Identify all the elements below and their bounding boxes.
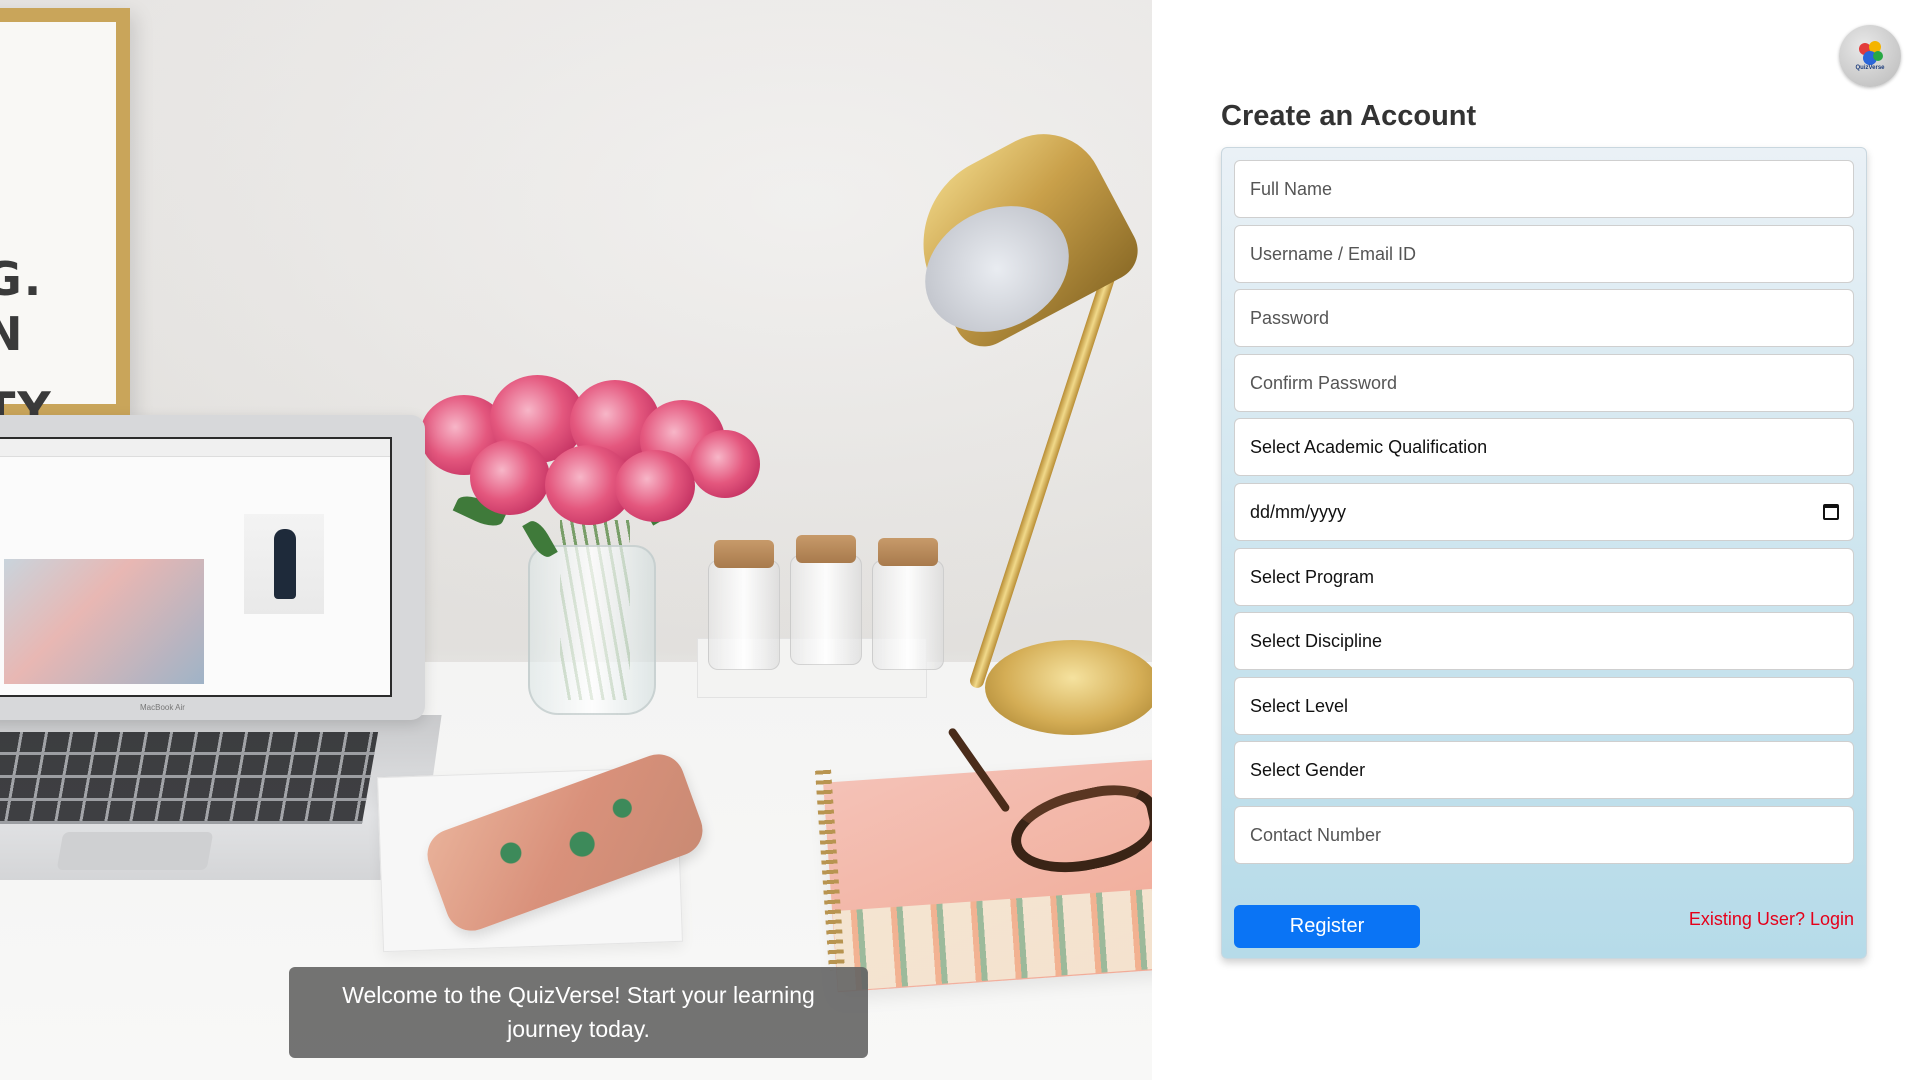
glass-jar <box>708 560 780 670</box>
screen-photo <box>4 559 204 684</box>
frame-letter: N <box>0 307 25 361</box>
quizverse-logo-icon: QuizVerse <box>1853 39 1887 73</box>
program-select[interactable]: Select Program <box>1234 548 1854 606</box>
avatar[interactable]: QuizVerse <box>1839 25 1901 87</box>
glass-vase <box>528 545 656 715</box>
existing-user-login-link[interactable]: Existing User? Login <box>1689 909 1854 930</box>
keyboard-rows <box>0 732 379 824</box>
calendar-icon[interactable] <box>1823 504 1839 520</box>
academic-qualification-select[interactable]: Select Academic Qualification <box>1234 418 1854 476</box>
date-placeholder: dd/mm/yyyy <box>1250 501 1347 522</box>
picture-frame: G. N TY <box>0 8 130 436</box>
welcome-banner: Welcome to the QuizVerse! Start your lea… <box>289 967 868 1058</box>
registration-form: Full Name Username / Email ID Password C… <box>1221 147 1867 959</box>
password-input[interactable]: Password <box>1234 289 1854 347</box>
glass-jar <box>790 555 862 665</box>
username-email-input[interactable]: Username / Email ID <box>1234 225 1854 283</box>
glass-jar <box>872 560 944 670</box>
logo-text: QuizVerse <box>1855 65 1885 71</box>
gender-select[interactable]: Select Gender <box>1234 741 1854 799</box>
jar-cork <box>878 538 938 566</box>
jar-cork <box>796 535 856 563</box>
date-of-birth-input[interactable]: dd/mm/yyyy <box>1234 483 1854 541</box>
hero-image: G. N TY MacBook Air Welco <box>0 0 1152 1080</box>
laptop-trackpad <box>56 832 214 870</box>
rose <box>615 450 695 522</box>
frame-letter: G. <box>0 252 44 306</box>
rose <box>470 440 550 515</box>
lamp-base <box>985 640 1152 735</box>
laptop-brand-label: MacBook Air <box>140 703 185 712</box>
laptop: MacBook Air <box>0 415 425 720</box>
discipline-select[interactable]: Select Discipline <box>1234 612 1854 670</box>
page-title: Create an Account <box>1221 100 1477 132</box>
contact-number-input[interactable]: Contact Number <box>1234 806 1854 864</box>
level-select[interactable]: Select Level <box>1234 677 1854 735</box>
confirm-password-input[interactable]: Confirm Password <box>1234 354 1854 412</box>
laptop-screen <box>0 437 392 697</box>
register-button[interactable]: Register <box>1234 905 1420 948</box>
jar-cork <box>714 540 774 568</box>
screen-figure <box>274 529 296 599</box>
rose <box>690 430 760 498</box>
screen-browser-bar <box>0 439 390 457</box>
full-name-input[interactable]: Full Name <box>1234 160 1854 218</box>
